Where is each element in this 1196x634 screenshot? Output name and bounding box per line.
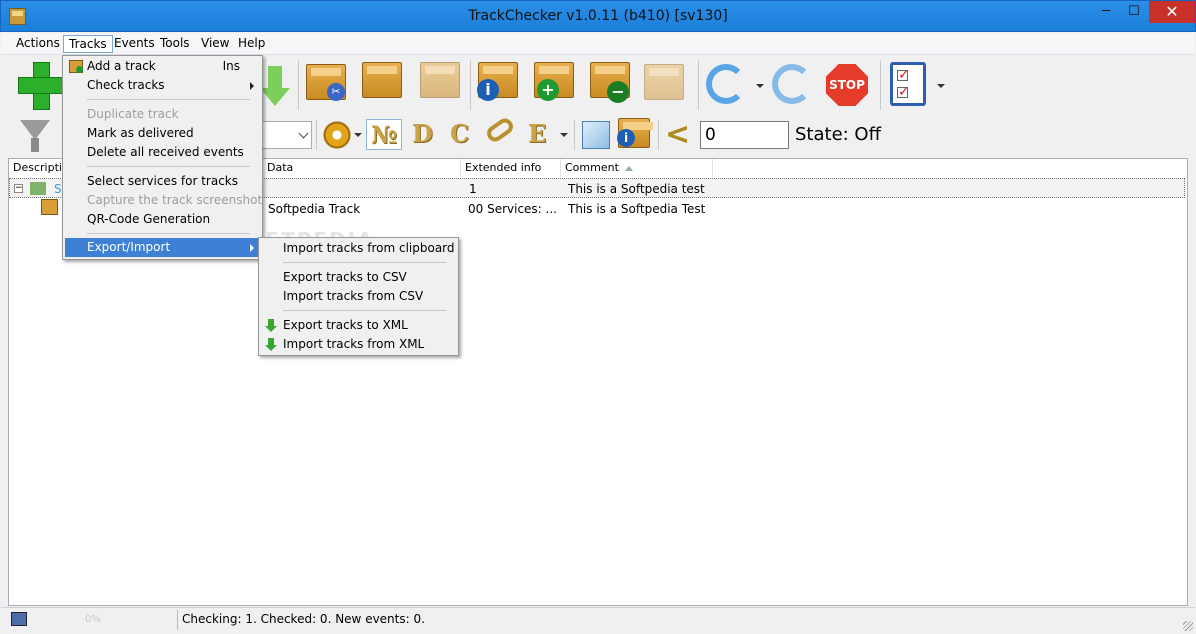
menu-item-capture-screenshot: Capture the track screenshot — [87, 193, 263, 207]
progress-percent: 0% — [85, 614, 101, 625]
menu-item-select-services[interactable]: Select services for tracks — [65, 172, 260, 191]
status-bar: 0% Checking: 1. Checked: 0. New events: … — [1, 607, 1195, 633]
menu-actions[interactable]: Actions — [11, 35, 65, 53]
maximize-button[interactable]: ☐ — [1119, 1, 1149, 23]
copy-track-icon[interactable] — [362, 62, 402, 98]
toolbar-separator — [698, 60, 699, 110]
number-column-toggle[interactable]: № — [366, 119, 403, 150]
filter-icon[interactable] — [20, 120, 50, 152]
row-extended-info: 1 — [469, 182, 477, 196]
menu-item-shortcut: Ins — [222, 59, 240, 73]
menu-bar: Actions Tracks Events Tools View Help — [1, 33, 1195, 55]
column-header-extended-info[interactable]: Extended info — [461, 159, 561, 177]
toolbar-separator — [298, 60, 299, 110]
e-column-toggle[interactable]: E — [528, 119, 546, 148]
menu-item-label: Check tracks — [87, 78, 165, 92]
menu-item-check-tracks[interactable]: Check tracks — [65, 76, 260, 95]
menu-separator — [283, 310, 446, 311]
resize-grip-icon[interactable] — [1183, 621, 1193, 631]
title-bar: TrackChecker v1.0.11 (b410) [sv130] ─ ☐ … — [0, 0, 1196, 32]
menu-item-import-csv[interactable]: Import tracks from CSV — [261, 287, 456, 306]
menu-item-export-csv[interactable]: Export tracks to CSV — [261, 268, 456, 287]
menu-item-export-xml[interactable]: Export tracks to XML — [261, 316, 456, 335]
state-label: State: Off — [795, 124, 882, 145]
menu-tools[interactable]: Tools — [155, 35, 195, 53]
submenu-arrow-icon — [250, 82, 254, 90]
cut-track-icon[interactable]: ✂ — [306, 64, 346, 101]
toolbar-separator — [470, 60, 471, 110]
cube-icon[interactable] — [582, 121, 610, 149]
checklist-icon[interactable]: ✓ ✓ — [890, 62, 926, 106]
download-icon — [265, 338, 277, 352]
row-data: Softpedia Track — [268, 202, 361, 216]
toolbar-separator — [574, 120, 575, 150]
column-header-comment[interactable]: Comment — [561, 159, 713, 177]
less-than-icon[interactable]: < — [665, 117, 690, 152]
paste-track-icon[interactable] — [420, 62, 460, 98]
row-comment: This is a Softpedia test — [568, 182, 705, 196]
refresh-all-icon[interactable] — [772, 64, 812, 104]
close-button[interactable]: ✕ — [1149, 1, 1195, 23]
sort-ascending-icon — [624, 165, 633, 171]
download-icon — [265, 319, 277, 333]
boxes-check-icon[interactable] — [644, 64, 684, 100]
add-event-icon[interactable]: + — [534, 62, 574, 101]
menu-item-duplicate-track: Duplicate track — [87, 107, 179, 121]
menu-separator — [283, 262, 446, 263]
row-description: S — [54, 182, 62, 196]
menu-view[interactable]: View — [196, 35, 234, 53]
menu-item-delete-events[interactable]: Delete all received events — [65, 143, 260, 162]
tracks-menu: Add a track Ins Check tracks Duplicate t… — [62, 55, 263, 260]
comment-header-label: Comment — [565, 161, 619, 174]
add-track-icon[interactable] — [18, 62, 66, 110]
row-extended-info: 00 Services: ... — [468, 202, 557, 216]
toolbar-separator — [880, 60, 881, 110]
row-comment: This is a Softpedia Test — [568, 202, 706, 216]
menu-separator — [87, 99, 250, 100]
menu-item-mark-delivered[interactable]: Mark as delivered — [65, 124, 260, 143]
menu-item-label: Import tracks from XML — [283, 337, 425, 351]
menu-item-export-import[interactable]: Export/Import — [65, 238, 260, 257]
folder-icon — [30, 182, 46, 195]
add-box-icon — [69, 60, 83, 73]
minimize-button[interactable]: ─ — [1091, 1, 1121, 23]
filter-combo[interactable] — [262, 121, 312, 149]
toolbar-separator — [658, 120, 659, 150]
menu-separator — [87, 233, 250, 234]
gear-icon[interactable] — [322, 120, 352, 150]
network-icon — [11, 612, 27, 626]
column-header-data[interactable]: Data — [263, 159, 461, 177]
c-column-toggle[interactable]: C — [450, 119, 469, 148]
toolbar-separator — [316, 120, 317, 150]
menu-item-label: Export/Import — [87, 240, 171, 254]
refresh-dropdown-icon[interactable] — [756, 84, 764, 88]
collapse-toggle-icon[interactable]: − — [14, 184, 23, 193]
menu-events[interactable]: Events — [109, 35, 160, 53]
menu-item-qr-code[interactable]: QR-Code Generation — [65, 210, 260, 229]
e-dropdown-icon[interactable] — [560, 133, 568, 137]
status-separator — [177, 610, 178, 630]
menu-item-add-track[interactable]: Add a track Ins — [65, 57, 260, 76]
menu-item-label: Add a track — [87, 59, 156, 73]
checklist-dropdown-icon[interactable] — [937, 84, 945, 88]
track-info-icon[interactable]: i — [477, 62, 518, 101]
box-info-icon[interactable]: i — [617, 118, 653, 148]
chevron-down-icon — [298, 128, 309, 139]
gear-dropdown-icon[interactable] — [354, 133, 362, 137]
d-column-toggle[interactable]: D — [412, 119, 433, 148]
menu-item-import-xml[interactable]: Import tracks from XML — [261, 335, 456, 354]
submenu-arrow-icon — [250, 244, 254, 252]
window-title: TrackChecker v1.0.11 (b410) [sv130] — [468, 8, 728, 24]
export-import-menu: Import tracks from clipboard Export trac… — [258, 237, 459, 356]
status-text: Checking: 1. Checked: 0. New events: 0. — [182, 612, 425, 626]
value-input[interactable] — [700, 121, 789, 149]
refresh-icon[interactable] — [706, 64, 746, 104]
menu-separator — [87, 166, 250, 167]
menu-tracks[interactable]: Tracks — [63, 35, 113, 53]
menu-item-import-clipboard[interactable]: Import tracks from clipboard — [261, 239, 456, 258]
remove-event-icon[interactable]: − — [590, 62, 630, 103]
menu-help[interactable]: Help — [233, 35, 270, 53]
menu-item-label: Export tracks to XML — [283, 318, 408, 332]
